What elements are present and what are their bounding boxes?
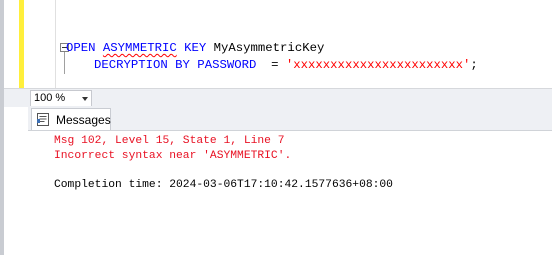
- editor-margin-line: [55, 0, 56, 88]
- results-pane: Messages Msg 102, Level 15, State 1, Lin…: [28, 106, 552, 255]
- zoom-select[interactable]: 100 %: [30, 90, 92, 107]
- tab-messages-label: Messages: [56, 113, 111, 127]
- keyword-asymmetric: ASYMMETRIC: [102, 41, 177, 55]
- semicolon: ;: [470, 58, 478, 72]
- password-literal: 'xxxxxxxxxxxxxxxxxxxxxxx': [285, 58, 471, 72]
- zoom-value: 100 %: [34, 92, 66, 104]
- outline-guide-line: [64, 52, 65, 74]
- code-line-2[interactable]: DECRYPTION BY PASSWORD = 'xxxxxxxxxxxxxx…: [94, 57, 478, 73]
- completion-time: Completion time: 2024-03-06T17:10:42.157…: [54, 179, 393, 191]
- keyword-decryption-by-password: DECRYPTION BY PASSWORD: [94, 58, 257, 72]
- chevron-down-icon: [82, 97, 88, 101]
- code-line-1[interactable]: OPEN ASYMMETRIC KEY MyAsymmetricKey: [66, 40, 324, 56]
- key-name: MyAsymmetricKey: [213, 41, 325, 55]
- keyword-open: OPEN: [66, 41, 96, 55]
- error-message-line-1: Msg 102, Level 15, State 1, Line 7: [54, 135, 285, 147]
- equals-sign: =: [271, 58, 279, 72]
- keyword-key: KEY: [184, 41, 207, 55]
- messages-icon: [37, 113, 49, 126]
- zoom-bar: 100 %: [4, 88, 552, 107]
- tab-messages[interactable]: Messages: [31, 108, 111, 130]
- results-tab-strip: Messages: [28, 106, 552, 131]
- change-tracking-bar: [19, 0, 24, 88]
- error-message-line-2: Incorrect syntax near 'ASYMMETRIC'.: [54, 150, 292, 162]
- query-editor[interactable]: OPEN ASYMMETRIC KEY MyAsymmetricKey DECR…: [4, 0, 552, 88]
